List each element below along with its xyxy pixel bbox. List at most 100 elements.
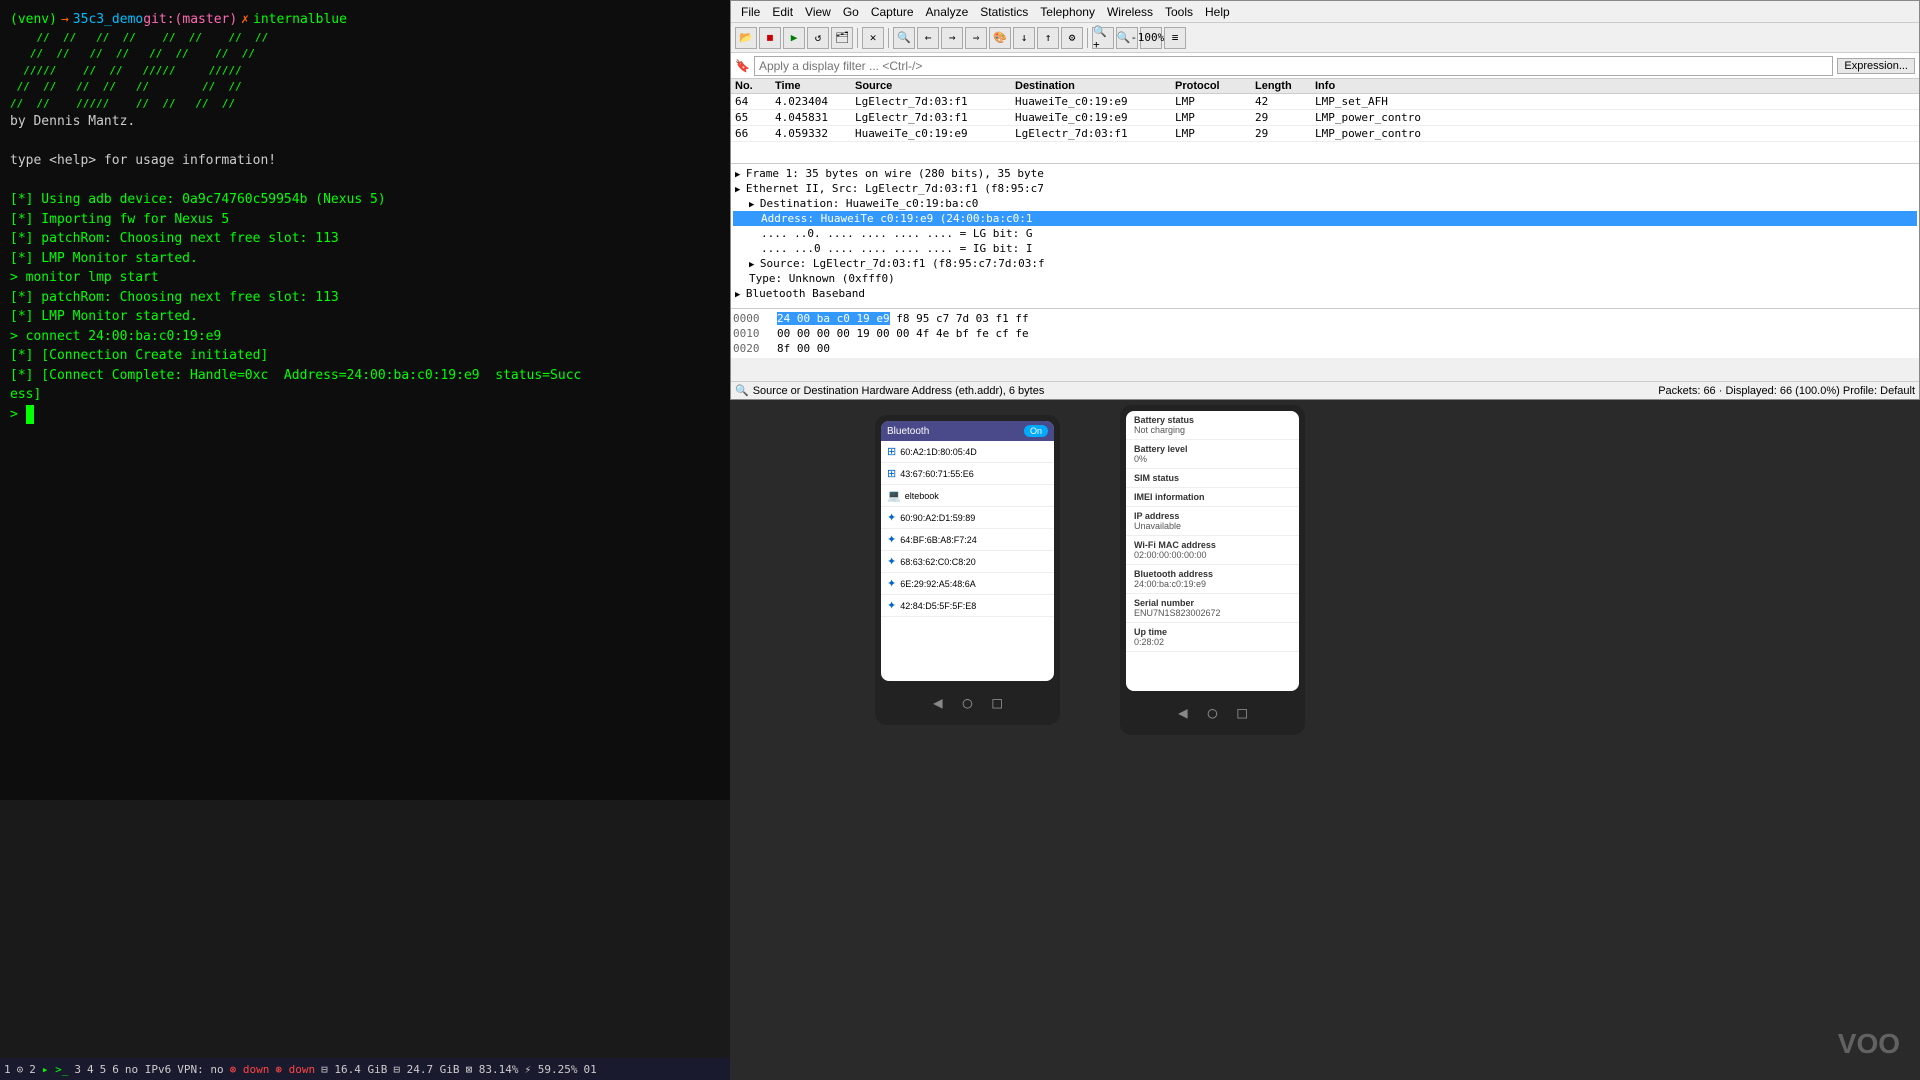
pkt-66-proto: LMP	[1173, 127, 1253, 140]
packet-row-65[interactable]: 65 4.045831 LgElectr_7d:03:f1 HuaweiTe_c…	[731, 110, 1919, 126]
hex-offset-0000: 0000	[733, 312, 769, 325]
menu-capture[interactable]: Capture	[865, 5, 920, 19]
info-battery-level-value: 0%	[1134, 454, 1291, 464]
filter-input[interactable]	[754, 56, 1833, 76]
phone1-home-btn[interactable]: ○	[963, 693, 973, 712]
bt-icon-4: ✦	[887, 511, 896, 524]
detail-bt-baseband[interactable]: Bluetooth Baseband	[733, 286, 1917, 301]
term-line-cmd1: > monitor lmp start	[10, 268, 720, 288]
bt-device-6[interactable]: ✦ 68:63:62:C0:C8:20	[881, 551, 1054, 573]
menu-help[interactable]: Help	[1199, 5, 1236, 19]
detail-address[interactable]: Address: HuaweiTe c0:19:e9 (24:00:ba:c0:…	[733, 211, 1917, 226]
phone2-nav[interactable]: ◀ ○ □	[1120, 697, 1305, 727]
menu-statistics[interactable]: Statistics	[974, 5, 1034, 19]
wireshark-filterbar[interactable]: 🔖 Expression...	[731, 53, 1919, 79]
info-uptime-value: 0:28:02	[1134, 637, 1291, 647]
pkt-66-time: 4.059332	[773, 127, 853, 140]
wireshark-menubar[interactable]: File Edit View Go Capture Analyze Statis…	[731, 1, 1919, 23]
toolbar-colorize[interactable]: 🎨	[989, 27, 1011, 49]
sb-1: 1	[4, 1063, 11, 1076]
term-line-5: [*] patchRom: Choosing next free slot: 1…	[10, 288, 720, 308]
sb-6: 6	[112, 1063, 119, 1076]
toolbar-stop[interactable]: ⏹	[759, 27, 781, 49]
statusbar-packets-info: Packets: 66 · Displayed: 66 (100.0%) Pro…	[1658, 385, 1915, 397]
menu-file[interactable]: File	[735, 5, 766, 19]
toolbar-columns[interactable]: ≡	[1164, 27, 1186, 49]
toolbar-go[interactable]: ⇒	[965, 27, 987, 49]
phone2-recent-btn[interactable]: □	[1237, 703, 1247, 722]
info-sim-status: SIM status	[1126, 469, 1299, 488]
packet-list[interactable]: No. Time Source Destination Protocol Len…	[731, 79, 1919, 164]
voo-watermark: VOO	[1838, 1028, 1900, 1060]
sb-3: 3	[74, 1063, 81, 1076]
expression-button[interactable]: Expression...	[1837, 58, 1915, 74]
menu-wireless[interactable]: Wireless	[1101, 5, 1159, 19]
toolbar-arrow-up[interactable]: ↑	[1037, 27, 1059, 49]
detail-source[interactable]: Source: LgElectr_7d:03:f1 (f8:95:c7:7d:0…	[733, 256, 1917, 271]
info-wifi-mac-label: Wi-Fi MAC address	[1134, 540, 1291, 550]
wireshark-toolbar[interactable]: 📂 ⏹ ▶ ↺ 🗂 ✕ 🔍 ← → ⇒ 🎨 ↓ ↑ ⚙ 🔍+ 🔍- 100% ≡	[731, 23, 1919, 53]
detail-ethernet[interactable]: Ethernet II, Src: LgElectr_7d:03:f1 (f8:…	[733, 181, 1917, 196]
toolbar-open[interactable]: 📂	[735, 27, 757, 49]
toolbar-settings[interactable]: ⚙	[1061, 27, 1083, 49]
hex-offset-0010: 0010	[733, 327, 769, 340]
menu-view[interactable]: View	[799, 5, 837, 19]
phone1-back-btn[interactable]: ◀	[933, 693, 943, 712]
toolbar-zoom-in[interactable]: 🔍+	[1092, 27, 1114, 49]
info-wifi-mac: Wi-Fi MAC address 02:00:00:00:00:00	[1126, 536, 1299, 565]
col-info: Info	[1313, 80, 1917, 92]
detail-frame[interactable]: Frame 1: 35 bytes on wire (280 bits), 35…	[733, 166, 1917, 181]
packet-row-64[interactable]: 64 4.023404 LgElectr_7d:03:f1 HuaweiTe_c…	[731, 94, 1919, 110]
bt-toggle[interactable]: On	[1024, 425, 1048, 437]
toolbar-zoom-out[interactable]: 🔍-	[1116, 27, 1138, 49]
toolbar-files[interactable]: 🗂	[831, 27, 853, 49]
phone2-back-btn[interactable]: ◀	[1178, 703, 1188, 722]
bt-device-name-1: 60:A2:1D:80:05:4D	[900, 447, 977, 457]
menu-go[interactable]: Go	[837, 5, 865, 19]
packet-detail[interactable]: Frame 1: 35 bytes on wire (280 bits), 35…	[731, 164, 1919, 309]
toolbar-close[interactable]: ✕	[862, 27, 884, 49]
toolbar-back[interactable]: ←	[917, 27, 939, 49]
toolbar-zoom-reset[interactable]: 100%	[1140, 27, 1162, 49]
detail-ig-bit: .... ...0 .... .... .... .... = IG bit: …	[733, 241, 1917, 256]
wireshark-window: File Edit View Go Capture Analyze Statis…	[730, 0, 1920, 400]
phone2-home-btn[interactable]: ○	[1208, 703, 1218, 722]
sb-mem1: ⊟ 16.4 GiB	[321, 1063, 387, 1076]
bt-device-7[interactable]: ✦ 6E:29:92:A5:48:6A	[881, 573, 1054, 595]
col-source: Source	[853, 80, 1013, 92]
toolbar-search[interactable]: 🔍	[893, 27, 915, 49]
phone2-screen: Battery status Not charging Battery leve…	[1126, 411, 1299, 691]
info-wifi-mac-value: 02:00:00:00:00:00	[1134, 550, 1291, 560]
phone1-recent-btn[interactable]: □	[992, 693, 1002, 712]
hex-bytes-0000: 24 00 ba c0 19 e9 f8 95 c7 7d 03 f1 ff	[777, 312, 1917, 325]
menu-edit[interactable]: Edit	[766, 5, 799, 19]
hex-bytes-0020: 8f 00 00	[777, 342, 1917, 355]
pkt-66-len: 29	[1253, 127, 1313, 140]
bt-title: Bluetooth	[887, 426, 929, 437]
pkt-64-time: 4.023404	[773, 95, 853, 108]
pkt-65-dst: HuaweiTe_c0:19:e9	[1013, 111, 1173, 124]
menu-tools[interactable]: Tools	[1159, 5, 1199, 19]
info-bt-addr-label: Bluetooth address	[1134, 569, 1291, 579]
menu-analyze[interactable]: Analyze	[920, 5, 975, 19]
menu-telephony[interactable]: Telephony	[1034, 5, 1101, 19]
toolbar-restart[interactable]: ↺	[807, 27, 829, 49]
col-protocol: Protocol	[1173, 80, 1253, 92]
bt-device-3[interactable]: 💻 eltebook	[881, 485, 1054, 507]
toolbar-forward[interactable]: →	[941, 27, 963, 49]
bt-device-2[interactable]: ⊞ 43:67:60:71:55:E6	[881, 463, 1054, 485]
toolbar-sep2	[888, 28, 889, 48]
phone1-nav[interactable]: ◀ ○ □	[875, 687, 1060, 717]
statusbar-left: 🔍 Source or Destination Hardware Address…	[735, 384, 1044, 397]
terminal-panel[interactable]: (venv) → 35c3_demo git:(master) ✗ intern…	[0, 0, 730, 800]
bt-device-1[interactable]: ⊞ 60:A2:1D:80:05:4D	[881, 441, 1054, 463]
pkt-66-src: HuaweiTe_c0:19:e9	[853, 127, 1013, 140]
packet-row-66[interactable]: 66 4.059332 HuaweiTe_c0:19:e9 LgElectr_7…	[731, 126, 1919, 142]
detail-destination[interactable]: Destination: HuaweiTe_c0:19:ba:c0	[733, 196, 1917, 211]
bt-device-8[interactable]: ✦ 42:84:D5:5F:5F:E8	[881, 595, 1054, 617]
term-prompt-final[interactable]: >	[10, 405, 720, 425]
toolbar-arrow-down[interactable]: ↓	[1013, 27, 1035, 49]
bt-device-4[interactable]: ✦ 60:90:A2:D1:59:89	[881, 507, 1054, 529]
toolbar-start[interactable]: ▶	[783, 27, 805, 49]
bt-device-5[interactable]: ✦ 64:BF:6B:A8:F7:24	[881, 529, 1054, 551]
